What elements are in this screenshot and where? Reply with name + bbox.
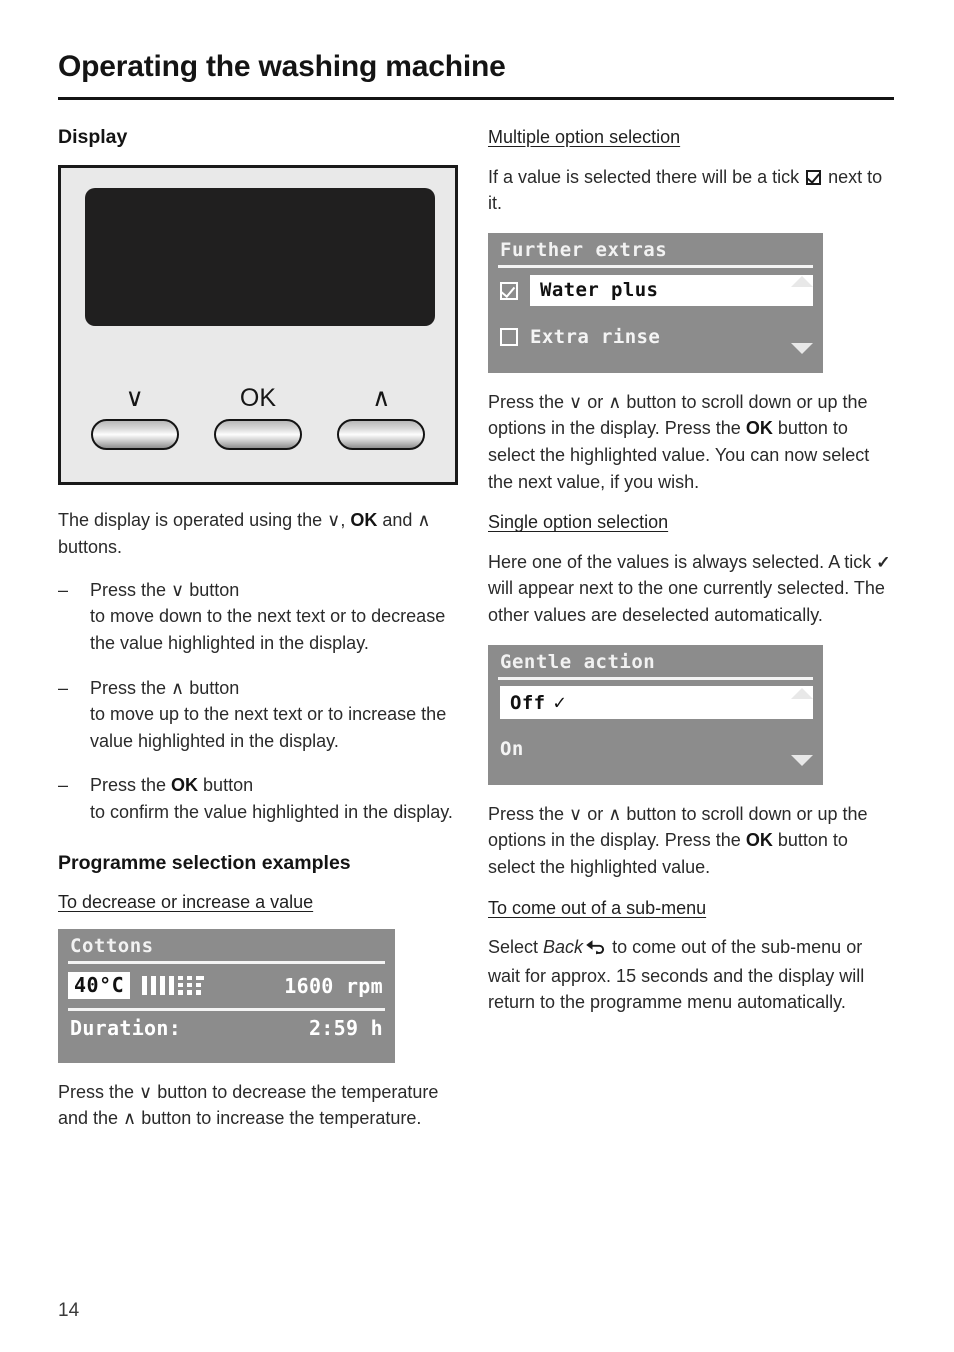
display-screen-graphic xyxy=(85,188,435,327)
display-intro-part1: The display is operated using the ∨, xyxy=(58,510,351,531)
gauge-bar-full xyxy=(151,976,157,996)
checkbox-checked-icon[interactable] xyxy=(500,281,518,300)
bullet-heading: Press the ∨ button xyxy=(90,579,240,600)
ok-button[interactable] xyxy=(213,419,302,451)
scroll-down-arrow-icon[interactable] xyxy=(791,754,813,766)
page-number: 14 xyxy=(58,1300,80,1321)
single-body-ok: OK xyxy=(745,830,773,851)
button-group-ok: OK xyxy=(210,384,306,451)
header-divider xyxy=(58,97,894,100)
down-button-label: ∨ xyxy=(125,384,144,413)
bullet-body: to confirm the value highlighted in the … xyxy=(90,802,453,823)
cottons-lcd-duration-row: Duration: 2:59 h xyxy=(58,1011,395,1040)
cottons-lcd-settings-row: 40°C 1600 rpm xyxy=(58,964,395,1008)
temperature-gauge-icon xyxy=(142,976,205,996)
cottons-lcd-title: Cottons xyxy=(70,934,154,957)
temperature-value[interactable]: 40°C xyxy=(68,972,131,1000)
display-intro-ok: OK xyxy=(350,510,378,531)
gauge-bar-full xyxy=(160,976,166,996)
gauge-bar-dotted xyxy=(196,976,205,996)
dash-marker: – xyxy=(58,579,69,600)
single-intro-post: will appear next to the one currently se… xyxy=(488,578,885,625)
list-item: – Press the ∨ button to move down to the… xyxy=(58,577,463,657)
gentle-action-lcd-screen: Gentle action Off ✓ On xyxy=(488,644,823,785)
bullet-heading-pre: Press the xyxy=(90,775,172,796)
dash-marker: – xyxy=(58,775,69,796)
single-intro-pre: Here one of the values is always selecte… xyxy=(488,551,877,572)
multiple-option-title: Multiple option selection xyxy=(488,127,681,147)
multiple-option-intro: If a value is selected there will be a t… xyxy=(488,164,894,217)
duration-value: 2:59 h xyxy=(308,1015,383,1040)
button-group-down: ∨ xyxy=(87,384,183,451)
option-row-on[interactable]: On xyxy=(488,726,823,772)
submenu-body: Select Back to come out of the sub-menu … xyxy=(488,934,894,1016)
bullet-heading: Press the ∧ button xyxy=(90,677,240,698)
option-label-highlighted[interactable]: Water plus xyxy=(530,275,813,307)
scroll-up-arrow-icon[interactable] xyxy=(791,275,813,287)
checkbox-tick-icon xyxy=(806,169,822,185)
list-item: – Press the ∧ button to move up to the n… xyxy=(58,675,463,755)
multiple-intro-pre: If a value is selected there will be a t… xyxy=(488,166,805,187)
single-option-intro: Here one of the values is always selecte… xyxy=(488,549,894,629)
programme-examples-title: Programme selection examples xyxy=(58,851,351,874)
gentle-action-lcd-title: Gentle action xyxy=(500,650,656,673)
right-column: Multiple option selection If a value is … xyxy=(488,126,894,1016)
option-label-text: Off xyxy=(510,692,546,715)
gauge-bar-dotted xyxy=(187,976,193,996)
decrease-increase-body: Press the ∨ button to decrease the tempe… xyxy=(58,1081,439,1129)
button-function-list: – Press the ∨ button to move down to the… xyxy=(58,577,463,826)
scroll-up-arrow-icon[interactable] xyxy=(791,687,813,699)
dash-marker: – xyxy=(58,677,69,698)
option-row-extra-rinse[interactable]: Extra rinse xyxy=(488,314,823,360)
submenu-body-pre: Select xyxy=(488,937,544,957)
ok-button-label: OK xyxy=(239,384,277,413)
control-panel-figure: ∨ OK ∧ xyxy=(58,165,458,486)
down-button[interactable] xyxy=(90,419,179,451)
scroll-down-arrow-icon[interactable] xyxy=(791,342,813,354)
bullet-heading-post: button xyxy=(198,775,254,796)
duration-label: Duration: xyxy=(70,1015,182,1040)
panel-button-row: ∨ OK ∧ xyxy=(61,384,455,451)
cottons-lcd-screen: Cottons 40°C 1600 rpm Duration: 2:59 h xyxy=(58,928,395,1063)
single-option-title: Single option selection xyxy=(488,512,669,533)
back-arrow-icon xyxy=(585,936,605,963)
multiple-body-ok: OK xyxy=(745,418,773,439)
gauge-bar-full xyxy=(169,976,175,996)
checkbox-unchecked-icon[interactable] xyxy=(500,327,518,346)
tick-icon: ✓ xyxy=(553,690,566,715)
option-label-highlighted[interactable]: Off ✓ xyxy=(500,686,813,720)
submenu-title: To come out of a sub-menu xyxy=(488,897,707,918)
bullet-heading-ok: OK xyxy=(171,775,199,796)
list-item: – Press the OK button to confirm the val… xyxy=(58,772,463,825)
gauge-bar-full xyxy=(142,976,148,996)
up-button[interactable] xyxy=(337,419,426,451)
further-extras-lcd-title: Further extras xyxy=(500,238,668,261)
further-extras-lcd-screen: Further extras Water plus Extra rinse xyxy=(488,232,823,373)
option-label[interactable]: On xyxy=(500,738,813,760)
spin-speed-value: 1600 rpm xyxy=(284,973,383,998)
gauge-bar-dotted xyxy=(178,976,184,996)
option-label[interactable]: Extra rinse xyxy=(530,326,813,348)
button-group-up: ∧ xyxy=(333,384,429,451)
multiple-option-body: Press the ∨ or ∧ button to scroll down o… xyxy=(488,389,894,496)
decrease-increase-title: To decrease or increase a value xyxy=(58,892,314,913)
up-button-label: ∧ xyxy=(372,384,391,413)
tick-icon: ✓ xyxy=(876,552,891,572)
bullet-body: to move up to the next text or to increa… xyxy=(90,704,447,751)
bullet-heading: Press the OK button xyxy=(90,772,463,799)
submenu-body-back: Back xyxy=(543,937,584,957)
display-intro-paragraph: The display is operated using the ∨, OK … xyxy=(58,507,463,560)
left-column: Display ∨ OK ∧ The display is operated u… xyxy=(58,126,463,1132)
option-row-water-plus[interactable]: Water plus xyxy=(488,268,823,314)
option-row-off[interactable]: Off ✓ xyxy=(488,680,823,726)
single-option-body: Press the ∨ or ∧ button to scroll down o… xyxy=(488,801,894,881)
bullet-body: to move down to the next text or to decr… xyxy=(90,606,446,653)
display-section-title: Display xyxy=(58,126,128,148)
document-page: Operating the washing machine Display ∨ … xyxy=(0,0,954,1352)
page-header-title: Operating the washing machine xyxy=(58,50,506,83)
